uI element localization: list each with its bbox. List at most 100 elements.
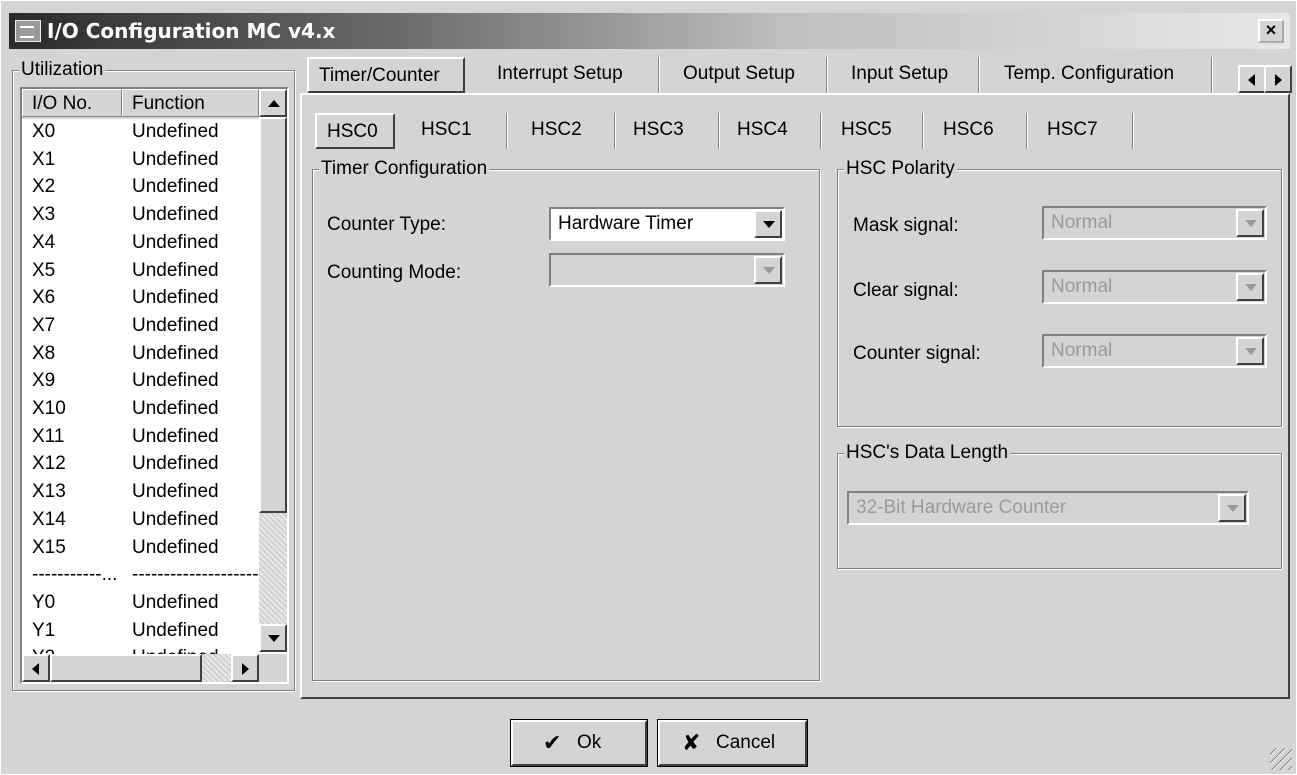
io-number: X3: [32, 204, 56, 226]
counter-signal-dropdown-button[interactable]: [1236, 337, 1264, 365]
io-function: Undefined: [132, 176, 219, 198]
horizontal-scrollbar[interactable]: [22, 654, 259, 682]
data-length-value: 32-Bit Hardware Counter: [856, 497, 1067, 518]
mask-signal-value: Normal: [1051, 212, 1113, 233]
io-number: X2: [32, 176, 56, 198]
io-function: Undefined: [132, 425, 219, 447]
io-number: X15: [32, 536, 66, 558]
list-item[interactable]: X15 Undefined: [22, 535, 259, 562]
io-function: Undefined: [132, 314, 219, 336]
ok-button[interactable]: ✔ Ok: [511, 720, 647, 766]
cancel-button-label: Cancel: [716, 732, 776, 753]
io-function: Undefined: [132, 148, 219, 170]
list-item[interactable]: X8 Undefined: [22, 341, 259, 368]
scroll-right-button[interactable]: [231, 654, 259, 682]
io-number: -----------...: [32, 564, 118, 586]
list-item[interactable]: -----------... --------------------: [22, 562, 259, 589]
counter-type-dropdown-button[interactable]: [754, 210, 782, 238]
list-item[interactable]: X9 Undefined: [22, 368, 259, 395]
tab-input-setup[interactable]: Input Setup: [841, 57, 979, 93]
list-item[interactable]: X10 Undefined: [22, 396, 259, 423]
tab-hsc7[interactable]: HSC7: [1037, 113, 1133, 149]
vertical-scrollbar[interactable]: [259, 89, 287, 652]
io-number: X7: [32, 314, 56, 336]
arrow-right-icon: [242, 663, 249, 675]
arrow-left-icon: [1248, 74, 1255, 86]
mask-signal-dropdown-button[interactable]: [1236, 209, 1264, 237]
hsc-data-length-group-label: HSC's Data Length: [844, 442, 1011, 464]
io-number: X12: [32, 453, 66, 475]
counter-type-select[interactable]: Hardware Timer: [549, 207, 785, 241]
title-bar[interactable]: I/O Configuration MC v4.x ×: [9, 13, 1290, 49]
io-function: Undefined: [132, 453, 219, 475]
list-item[interactable]: X1 Undefined: [22, 147, 259, 174]
tab-hsc3[interactable]: HSC3: [623, 113, 719, 149]
scroll-up-button[interactable]: [259, 89, 287, 117]
io-number: X10: [32, 398, 66, 419]
list-item[interactable]: X0 Undefined: [22, 119, 259, 146]
counter-signal-select[interactable]: Normal: [1042, 334, 1267, 368]
tab-hsc4[interactable]: HSC4: [727, 113, 821, 149]
tab-hsc6[interactable]: HSC6: [933, 113, 1027, 149]
io-function: Undefined: [132, 508, 219, 530]
tab-interrupt-setup[interactable]: Interrupt Setup: [487, 57, 659, 93]
list-item[interactable]: X2 Undefined: [22, 174, 259, 201]
arrow-down-icon: [268, 635, 280, 642]
tab-hsc0[interactable]: HSC0: [315, 113, 395, 149]
arrow-left-icon: [32, 663, 39, 675]
tab-scroll-left-button[interactable]: [1238, 65, 1266, 93]
list-item[interactable]: X7 Undefined: [22, 313, 259, 340]
column-header-function[interactable]: Function: [122, 89, 259, 117]
tab-hsc1[interactable]: HSC1: [411, 113, 507, 149]
tab-output-setup[interactable]: Output Setup: [673, 57, 827, 93]
resize-grip[interactable]: [1270, 748, 1292, 770]
list-item[interactable]: Y0 Undefined: [22, 590, 259, 617]
counter-type-label: Counter Type:: [327, 214, 447, 235]
tab-hsc2[interactable]: HSC2: [521, 113, 615, 149]
tab-timer-counter[interactable]: Timer/Counter: [307, 57, 465, 93]
vertical-scroll-thumb[interactable]: [259, 117, 287, 513]
tab-scroll-right-button[interactable]: [1264, 65, 1292, 93]
clear-signal-dropdown-button[interactable]: [1236, 273, 1264, 301]
io-function: Undefined: [132, 398, 219, 419]
scroll-down-button[interactable]: [259, 624, 287, 652]
timer-configuration-group-label: Timer Configuration: [319, 158, 490, 180]
list-item[interactable]: X11 Undefined: [22, 424, 259, 451]
io-number: Y0: [32, 591, 56, 613]
utilization-group-label: Utilization: [19, 59, 106, 81]
list-item[interactable]: X4 Undefined: [22, 230, 259, 257]
cancel-button[interactable]: ✘ Cancel: [658, 720, 807, 766]
io-number: X6: [32, 287, 56, 309]
data-length-select[interactable]: 32-Bit Hardware Counter: [847, 491, 1249, 525]
mask-signal-select[interactable]: Normal: [1042, 206, 1267, 240]
io-function: Undefined: [132, 287, 219, 309]
list-item[interactable]: X14 Undefined: [22, 507, 259, 534]
io-number: X14: [32, 508, 66, 530]
timer-configuration-group: Timer Configuration: [312, 158, 820, 681]
data-length-dropdown-button[interactable]: [1218, 494, 1246, 522]
x-cross-icon: ✘: [682, 730, 701, 755]
clear-signal-select[interactable]: Normal: [1042, 270, 1267, 304]
list-item[interactable]: X5 Undefined: [22, 258, 259, 285]
close-button[interactable]: ×: [1258, 19, 1284, 43]
io-function: Undefined: [132, 536, 219, 558]
list-header: I/O No. Function: [22, 89, 259, 119]
list-item[interactable]: X13 Undefined: [22, 479, 259, 506]
list-item[interactable]: X3 Undefined: [22, 202, 259, 229]
io-number: X9: [32, 370, 56, 392]
counting-mode-select[interactable]: [549, 253, 785, 287]
counter-signal-value: Normal: [1051, 340, 1113, 361]
tab-temp-configuration[interactable]: Temp. Configuration: [994, 57, 1212, 93]
column-header-io-no[interactable]: I/O No.: [22, 89, 122, 117]
window-title: I/O Configuration MC v4.x: [47, 19, 336, 43]
counting-mode-dropdown-button[interactable]: [754, 256, 782, 284]
scroll-left-button[interactable]: [22, 654, 50, 682]
tab-hsc5[interactable]: HSC5: [831, 113, 923, 149]
io-configuration-window: I/O Configuration MC v4.x × Utilization …: [0, 0, 1297, 775]
list-item[interactable]: X6 Undefined: [22, 285, 259, 312]
scroll-corner: [259, 654, 287, 682]
utilization-list[interactable]: I/O No. Function X0 Undefined X1 Undefined X…: [20, 87, 289, 684]
list-item[interactable]: X12 Undefined: [22, 451, 259, 478]
horizontal-scroll-thumb[interactable]: [50, 654, 202, 682]
list-item[interactable]: Y1 Undefined: [22, 618, 259, 645]
